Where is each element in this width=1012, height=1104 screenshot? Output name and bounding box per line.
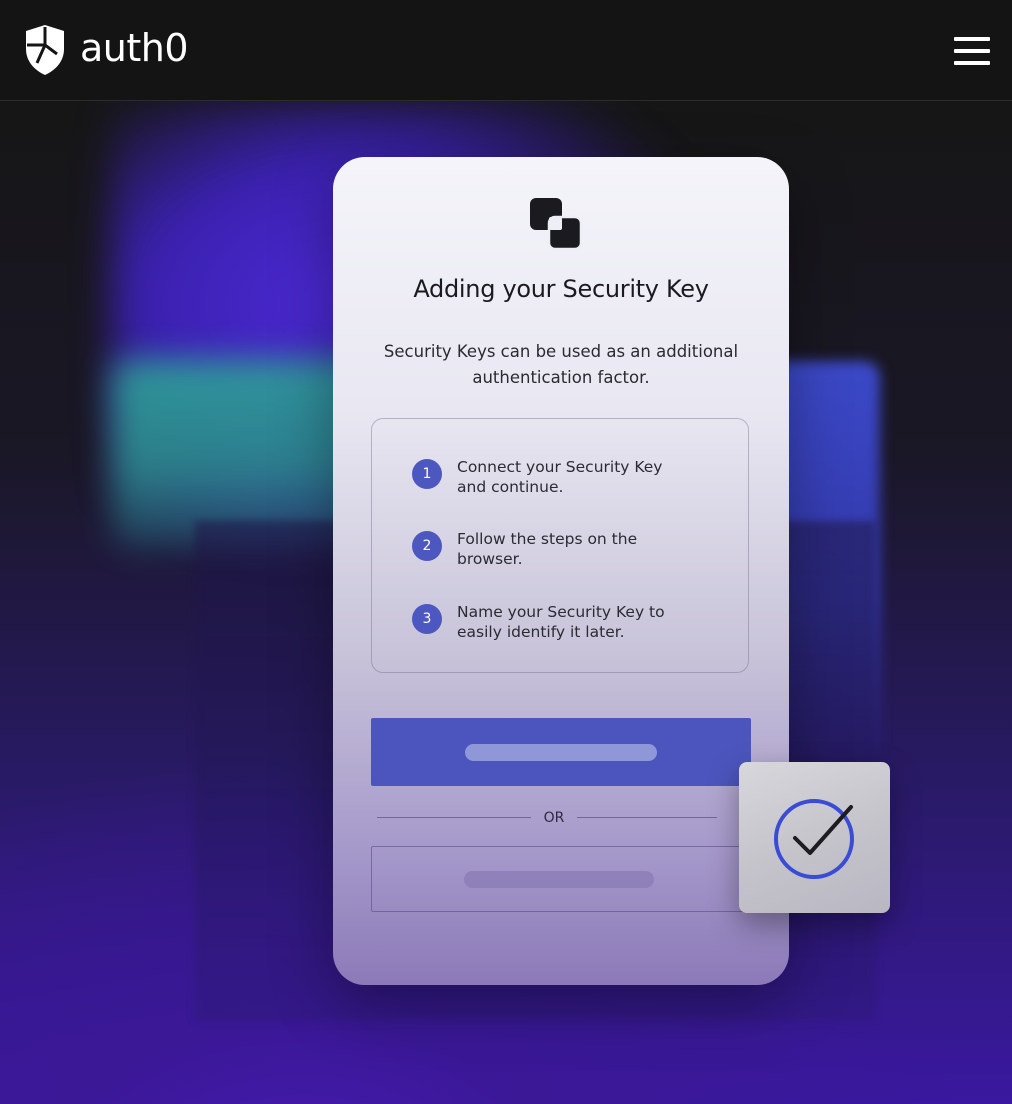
page: auth0 Adding your Security Key Security … — [0, 0, 1012, 1104]
card-description: Security Keys can be used as an addition… — [383, 342, 739, 387]
security-key-icon — [530, 198, 583, 251]
or-divider: OR — [377, 808, 717, 828]
hamburger-menu-icon[interactable] — [954, 34, 992, 68]
button-label-placeholder — [465, 744, 657, 761]
step-number-badge: 3 — [412, 604, 442, 634]
step-text: Follow the steps on the browser. — [457, 530, 638, 568]
step-text: Name your Security Key to easily identif… — [457, 603, 665, 641]
alternative-option-button[interactable] — [371, 846, 751, 912]
success-badge — [739, 762, 890, 913]
checkmark-circle-icon — [774, 799, 854, 879]
step-number-badge: 1 — [412, 459, 442, 489]
list-item: 3 Name your Security Key to easily ident… — [412, 602, 712, 642]
security-key-card: Adding your Security Key Security Keys c… — [333, 157, 789, 985]
card-title: Adding your Security Key — [413, 275, 709, 303]
top-navigation-bar: auth0 — [0, 0, 1012, 101]
button-label-placeholder — [464, 871, 654, 888]
step-number-badge: 2 — [412, 531, 442, 561]
continue-button[interactable] — [371, 718, 751, 786]
step-text: Connect your Security Key and continue. — [457, 458, 663, 496]
list-item: 1 Connect your Security Key and continue… — [412, 457, 712, 497]
steps-list: 1 Connect your Security Key and continue… — [371, 418, 749, 673]
list-item: 2 Follow the steps on the browser. — [412, 529, 712, 569]
brand-name: auth0 — [80, 26, 189, 70]
shield-logo-icon — [26, 25, 64, 75]
divider-label: OR — [543, 810, 565, 826]
auth0-logo[interactable]: auth0 — [22, 22, 189, 78]
